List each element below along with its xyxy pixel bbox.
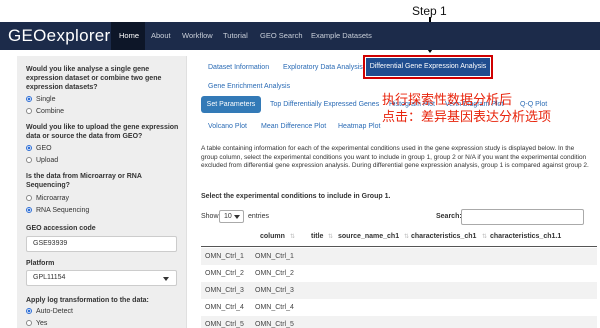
tab-gene-enrichment[interactable]: Gene Enrichment Analysis [208,82,290,92]
tab-differential-gene-expression[interactable]: Differential Gene Expression Analysis [366,58,490,76]
sort-icon: ⇅ [404,234,410,240]
column-header-source-name[interactable]: source_name_ch1 [338,233,399,240]
log-transform-label: Apply log transformation to the data: [26,297,149,304]
radio-selected-icon [26,96,32,102]
accession-input[interactable]: GSE93939 [26,236,177,252]
table-cell: OMN_Ctrl_5 [205,321,244,328]
chevron-down-icon [163,277,169,281]
radio-selected-icon [26,207,32,213]
subtab-set-parameters[interactable]: Set Parameters [201,96,261,113]
radio-selected-icon [26,308,32,314]
table-cell: OMN_Ctrl_1 [255,253,294,260]
radio-auto-detect[interactable]: Auto-Detect [26,307,73,317]
group-selection-title: Select the experimental conditions to in… [201,193,391,200]
column-header-characteristics-1[interactable]: characteristics_ch1.1 [490,233,561,240]
table-row[interactable]: OMN_Ctrl_2 OMN_Ctrl_2 [201,265,597,282]
table-row[interactable]: OMN_Ctrl_5 OMN_Ctrl_5 [201,316,597,328]
table-row[interactable]: OMN_Ctrl_4 OMN_Ctrl_4 [201,299,597,316]
tab-exploratory-data-analysis[interactable]: Exploratory Data Analysis [283,63,363,73]
analysis-type-question: Would you like analyse a single gene exp… [26,66,162,91]
radio-yes[interactable]: Yes [26,319,47,328]
sort-icon: ⇅ [290,234,296,240]
table-cell: OMN_Ctrl_3 [255,287,294,294]
nav-home[interactable]: Home [111,22,145,50]
show-label: Show [201,213,219,220]
radio-unselected-icon [26,108,32,114]
nav-tutorial[interactable]: Tutorial [223,22,248,50]
table-search-input[interactable] [461,209,584,225]
subtab-mean-difference[interactable]: Mean Difference Plot [261,122,326,132]
table-cell: OMN_Ctrl_1 [205,253,244,260]
radio-selected-icon [26,145,32,151]
radio-microarray[interactable]: Microarray [26,194,69,204]
step-annotation-label: Step 1 [412,4,447,18]
platform-select[interactable]: GPL11154 [26,270,177,286]
chevron-down-icon [234,215,240,219]
sort-icon: ⇅ [482,234,488,240]
radio-geo[interactable]: GEO [26,144,52,154]
accession-label: GEO accession code [26,225,96,232]
subtab-volcano[interactable]: Volcano Plot [208,122,247,132]
radio-rna-sequencing[interactable]: RNA Sequencing [26,206,89,216]
table-row[interactable]: OMN_Ctrl_3 OMN_Ctrl_3 [201,282,597,299]
tab-dataset-information[interactable]: Dataset Information [208,63,269,73]
table-header-divider [201,246,597,247]
parameters-description: A table containing information for each … [201,145,589,169]
radio-unselected-icon [26,195,32,201]
nav-workflow[interactable]: Workflow [182,22,213,50]
subtab-top-genes[interactable]: Top Differentially Expressed Genes [270,100,379,110]
table-row[interactable]: OMN_Ctrl_1 OMN_Ctrl_1 [201,248,597,265]
radio-unselected-icon [26,157,32,163]
table-cell: OMN_Ctrl_2 [205,270,244,277]
sort-icon: ⇅ [328,234,334,240]
column-header-title[interactable]: title [311,233,323,240]
entries-per-page-select[interactable]: 10 [219,210,244,223]
platform-label: Platform [26,260,55,267]
radio-upload[interactable]: Upload [26,156,58,166]
column-header-characteristics[interactable]: characteristics_ch1 [411,233,476,240]
subtab-heatmap[interactable]: Heatmap Plot [338,122,380,132]
radio-unselected-icon [26,320,32,326]
nav-geo-search[interactable]: GEO Search [260,22,303,50]
top-navbar: GEOexplorer Home About Workflow Tutorial… [0,22,600,50]
table-cell: OMN_Ctrl_4 [255,304,294,311]
nav-about[interactable]: About [151,22,171,50]
annotation-text-line-2: 点击：差异基因表达分析选项 [382,109,552,124]
column-header-column[interactable]: column [260,233,285,240]
app-brand[interactable]: GEOexplorer [8,26,111,46]
sidebar-panel: Would you like analyse a single gene exp… [17,56,187,328]
radio-single[interactable]: Single [26,95,55,105]
table-cell: OMN_Ctrl_2 [255,270,294,277]
table-cell: OMN_Ctrl_4 [205,304,244,311]
table-cell: OMN_Ctrl_5 [255,321,294,328]
search-label: Search: [436,213,462,220]
radio-combine[interactable]: Combine [26,107,64,117]
data-source-question: Would you like to upload the gene expres… [26,124,179,140]
nav-example-datasets[interactable]: Example Datasets [311,22,372,50]
entries-label: entries [248,213,270,220]
table-cell: OMN_Ctrl_3 [205,287,244,294]
data-type-question: Is the data from Microarray or RNA Seque… [26,173,142,189]
